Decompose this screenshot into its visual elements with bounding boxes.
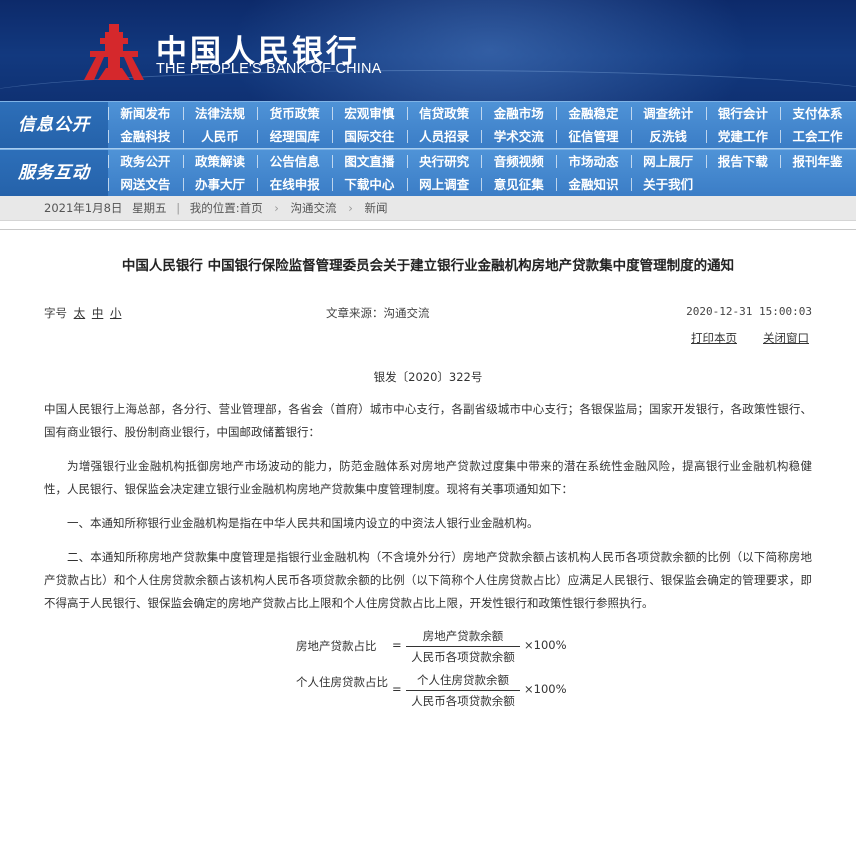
font-size-medium-link[interactable]: 中: [92, 306, 104, 320]
nav-link-credit-policy[interactable]: 信贷政策: [406, 102, 482, 125]
formula-equals: =: [392, 638, 402, 652]
formula-denominator: 人民币各项贷款余额: [411, 694, 515, 708]
pboc-emblem-icon[interactable]: [82, 24, 146, 80]
nav-link-monetary-policy[interactable]: 货币政策: [257, 102, 332, 125]
breadcrumb-link-communication[interactable]: 沟通交流: [291, 201, 337, 215]
site-header: 中国人民银行 THE PEOPLE'S BANK OF CHINA: [0, 0, 856, 101]
nav-link-payment-system[interactable]: 支付体系: [780, 102, 855, 125]
nav-link-union[interactable]: 工会工作: [780, 125, 855, 148]
nav-link-online-exhibition[interactable]: 网上展厅: [630, 150, 706, 173]
nav-link-documents[interactable]: 网送文告: [108, 173, 183, 196]
nav-info-disclosure: 信息公开 新闻发布 法律法规 货币政策 宏观审慎 信贷政策 金融市场 金融稳定 …: [0, 101, 856, 148]
nav-link-macroprudential[interactable]: 宏观审慎: [332, 102, 407, 125]
nav-link-treasury[interactable]: 经理国库: [257, 125, 332, 148]
nav-link-news-release[interactable]: 新闻发布: [108, 102, 183, 125]
nav-link-fintech[interactable]: 金融科技: [108, 125, 183, 148]
fraction-bar: [406, 646, 520, 647]
formula-denominator: 人民币各项贷款余额: [411, 650, 515, 664]
nav-link-download-center[interactable]: 下载中心: [332, 173, 407, 196]
nav-section-title-info: 信息公开: [0, 102, 108, 148]
nav-link-credit-reference[interactable]: 征信管理: [556, 125, 631, 148]
formula-real-estate-loan-ratio: 房地产贷款占比 = 房地产贷款余额 人民币各项贷款余额 ×100%: [0, 627, 856, 667]
formula-numerator: 房地产贷款余额: [422, 629, 504, 643]
nav-link-statistics[interactable]: 调查统计: [630, 102, 706, 125]
nav-link-opinion-collection[interactable]: 意见征集: [481, 173, 556, 196]
nav-service-interaction: 服务互动 政务公开 政策解读 公告信息 图文直播 央行研究 音频视频 市场动态 …: [0, 149, 856, 196]
paragraph-addressees: 中国人民银行上海总部，各分行、营业管理部，各省会（首府）城市中心支行，各副省级城…: [44, 402, 812, 439]
nav-link-laws[interactable]: 法律法规: [182, 102, 258, 125]
formula-fraction: 个人住房贷款余额 人民币各项贷款余额: [406, 671, 520, 710]
nav-link-financial-stability[interactable]: 金融稳定: [556, 102, 631, 125]
nav-section-title-service: 服务互动: [0, 150, 108, 196]
formula-multiplier: ×100%: [524, 638, 567, 652]
document-number: 银发〔2020〕322号: [373, 370, 483, 384]
font-size-small-link[interactable]: 小: [110, 306, 122, 320]
formula-fraction: 房地产贷款余额 人民币各项贷款余额: [406, 627, 520, 666]
formula-multiplier: ×100%: [524, 682, 567, 696]
nav-link-rmb[interactable]: 人民币: [182, 125, 258, 148]
nav-link-party-building[interactable]: 党建工作: [705, 125, 781, 148]
breadcrumb-separator: |: [176, 201, 181, 215]
bank-name-english[interactable]: THE PEOPLE'S BANK OF CHINA: [156, 61, 382, 77]
breadcrumb-link-news[interactable]: 新闻: [364, 201, 387, 215]
fraction-bar: [406, 690, 520, 691]
chevron-right-icon: ›: [348, 201, 353, 215]
font-size-large-link[interactable]: 太: [74, 306, 86, 320]
nav-link-report-download[interactable]: 报告下载: [705, 150, 781, 173]
nav-link-government-affairs[interactable]: 政务公开: [108, 150, 183, 173]
nav-link-online-filing[interactable]: 在线申报: [257, 173, 332, 196]
breadcrumb: 2021年1月8日 星期五 | 我的位置:首页 › 沟通交流 › 新闻: [0, 196, 856, 221]
nav-link-international[interactable]: 国际交往: [332, 125, 407, 148]
nav-link-about-us[interactable]: 关于我们: [630, 173, 706, 196]
article-source: 文章来源：沟通交流: [326, 306, 430, 320]
article-body: 中国人民银行上海总部，各分行、营业管理部，各省会（首府）城市中心支行，各副省级城…: [0, 398, 856, 615]
nav-link-financial-knowledge[interactable]: 金融知识: [556, 173, 631, 196]
font-size-switcher: 字号 太 中 小: [44, 305, 121, 321]
print-page-link[interactable]: 打印本页: [691, 330, 737, 346]
formula-lhs: 个人住房贷款占比: [296, 675, 388, 689]
nav-info-row-2: 金融科技 人民币 经理国库 国际交往 人员招录 学术交流 征信管理 反洗钱 党建…: [108, 125, 855, 148]
paragraph-intro: 为增强银行业金融机构抵御房地产市场波动的能力，防范金融体系对房地产贷款过度集中带…: [44, 459, 812, 496]
nav-link-audio-video[interactable]: 音频视频: [481, 150, 556, 173]
nav-link-online-survey[interactable]: 网上调查: [406, 173, 482, 196]
nav-service-row-1: 政务公开 政策解读 公告信息 图文直播 央行研究 音频视频 市场动态 网上展厅 …: [108, 150, 855, 173]
nav-link-yearbook[interactable]: 报刊年鉴: [780, 150, 855, 173]
nav-link-anti-money-laundering[interactable]: 反洗钱: [630, 125, 706, 148]
nav-link-accounting[interactable]: 银行会计: [705, 102, 781, 125]
close-window-link[interactable]: 关闭窗口: [763, 330, 809, 346]
nav-link-announcements[interactable]: 公告信息: [257, 150, 332, 173]
formula-numerator: 个人住房贷款余额: [417, 673, 509, 687]
current-weekday: 星期五: [132, 201, 167, 215]
nav-link-service-hall[interactable]: 办事大厅: [182, 173, 258, 196]
article-panel: 中国人民银行 中国银行保险监督管理委员会关于建立银行业金融机构房地产贷款集中度管…: [0, 229, 856, 850]
spacer: [0, 221, 856, 229]
nav-link-research[interactable]: 央行研究: [406, 150, 482, 173]
chevron-right-icon: ›: [274, 201, 279, 215]
breadcrumb-home-link[interactable]: 我的位置:首页: [190, 201, 263, 215]
paragraph-item-2: 二、本通知所称房地产贷款集中度管理是指银行业金融机构（不含境外分行）房地产贷款余…: [44, 550, 812, 610]
nav-link-academic[interactable]: 学术交流: [481, 125, 556, 148]
paragraph-item-1: 一、本通知所称银行业金融机构是指在中华人民共和国境内设立的中资法人银行业金融机构…: [67, 516, 539, 530]
nav-link-market-trends[interactable]: 市场动态: [556, 150, 631, 173]
nav-link-financial-market[interactable]: 金融市场: [481, 102, 556, 125]
article-title: 中国人民银行 中国银行保险监督管理委员会关于建立银行业金融机构房地产贷款集中度管…: [121, 258, 735, 274]
article-meta: 字号 太 中 小 文章来源：沟通交流 2020-12-31 15:00:03: [0, 305, 856, 323]
article-actions: 打印本页 关闭窗口: [0, 330, 856, 348]
nav-service-row-2: 网送文告 办事大厅 在线申报 下载中心 网上调查 意见征集 金融知识 关于我们: [108, 173, 706, 196]
nav-link-policy-interpretation[interactable]: 政策解读: [182, 150, 258, 173]
nav-info-row-1: 新闻发布 法律法规 货币政策 宏观审慎 信贷政策 金融市场 金融稳定 调查统计 …: [108, 102, 855, 125]
current-date: 2021年1月8日: [44, 201, 123, 215]
article-datetime: 2020-12-31 15:00:03: [686, 305, 812, 318]
formula-equals: =: [392, 682, 402, 696]
formula-personal-housing-loan-ratio: 个人住房贷款占比 = 个人住房贷款余额 人民币各项贷款余额 ×100%: [0, 671, 856, 711]
formula-lhs: 房地产贷款占比: [296, 639, 377, 653]
font-size-label: 字号: [44, 306, 67, 320]
nav-link-live-broadcast[interactable]: 图文直播: [332, 150, 407, 173]
nav-link-recruitment[interactable]: 人员招录: [406, 125, 482, 148]
